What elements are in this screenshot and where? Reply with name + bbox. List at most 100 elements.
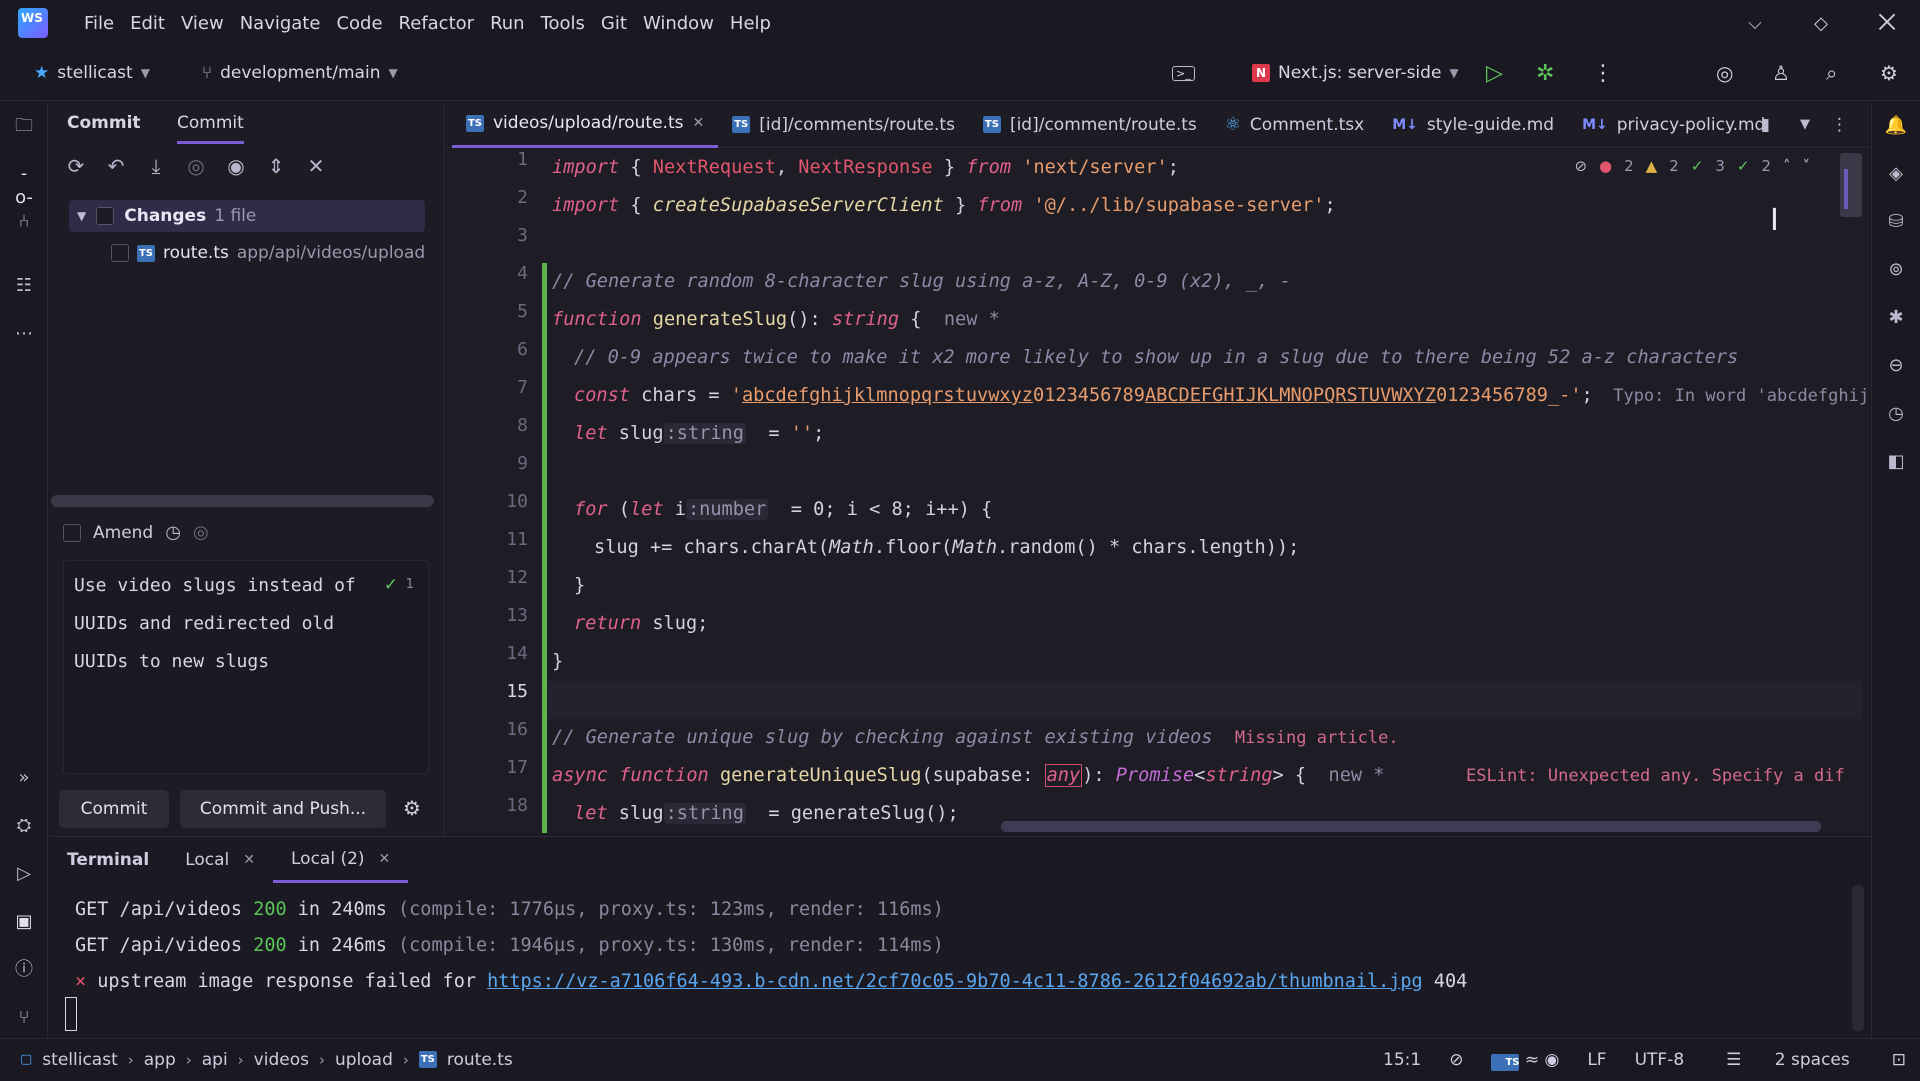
tab-list-chevron-icon[interactable]: ▼ bbox=[1800, 117, 1810, 132]
git-tool-icon[interactable]: ⑂ bbox=[12, 1006, 36, 1030]
search-icon[interactable]: ⌕ bbox=[1826, 61, 1837, 85]
debug-icon[interactable]: ✲ bbox=[1536, 61, 1554, 86]
update-icon[interactable]: ⤓ bbox=[143, 154, 169, 178]
app-logo[interactable]: WS bbox=[18, 8, 48, 38]
author-inlay[interactable]: new * bbox=[944, 309, 1000, 330]
breadcrumb-item[interactable]: app bbox=[144, 1050, 176, 1070]
menu-refactor[interactable]: Refactor bbox=[391, 13, 483, 34]
menu-view[interactable]: View bbox=[173, 13, 232, 34]
run-config-selector[interactable]: N Next.js: server-side ▼ bbox=[1252, 63, 1459, 83]
editor-tab[interactable]: TS videos/upload/route.ts ✕ bbox=[452, 102, 719, 148]
diamond-icon[interactable]: ◇ bbox=[1788, 13, 1854, 34]
menu-help[interactable]: Help bbox=[722, 13, 779, 34]
ai-assistant-icon[interactable]: ◎ bbox=[1716, 61, 1733, 85]
settings-icon[interactable]: ⚙ bbox=[1880, 61, 1898, 85]
more-actions-icon[interactable]: ⋮ bbox=[1592, 61, 1614, 86]
tab-commit[interactable]: Commit bbox=[177, 102, 244, 144]
plugins-icon[interactable]: ⛭ bbox=[12, 814, 36, 838]
commit-message-field[interactable]: Use video slugs instead of UUIDs and red… bbox=[63, 560, 429, 774]
menu-tools[interactable]: Tools bbox=[533, 13, 593, 34]
problems-icon[interactable]: ⓘ bbox=[12, 958, 36, 982]
terminal-tab[interactable]: Local ✕ bbox=[167, 837, 273, 883]
close-icon[interactable]: ✕ bbox=[693, 115, 705, 131]
menu-file[interactable]: File bbox=[76, 13, 122, 34]
close-icon[interactable]: ✕ bbox=[379, 836, 391, 882]
no-highlight-icon[interactable]: ⊘ bbox=[1435, 1050, 1477, 1070]
changes-scrollbar[interactable] bbox=[51, 495, 434, 507]
breadcrumb-item[interactable]: api bbox=[202, 1050, 228, 1070]
editor-minimap-scrollbar[interactable] bbox=[1838, 149, 1866, 834]
close-icon[interactable]: ✕ bbox=[243, 837, 255, 883]
database-icon[interactable]: ⛁ bbox=[1884, 210, 1908, 234]
breadcrumb-item[interactable]: upload bbox=[335, 1050, 393, 1070]
tab-overflow-icon[interactable]: ▮ bbox=[1761, 115, 1770, 135]
chevron-down-icon[interactable]: ▼ bbox=[77, 209, 86, 223]
grammar-inlay[interactable]: Missing article. bbox=[1235, 728, 1399, 748]
run-icon[interactable]: ▷ bbox=[1486, 61, 1503, 86]
editor-tab[interactable]: ⚛ Comment.tsx bbox=[1211, 102, 1378, 148]
error-url-link[interactable]: https://vz-a7106f64-493.b-cdn.net/2cf70c… bbox=[487, 971, 1423, 992]
services-icon[interactable]: ✱ bbox=[1884, 306, 1908, 330]
shelve-icon[interactable]: ◎ bbox=[183, 154, 209, 178]
typescript-service-icon[interactable]: TS ≈ ◉ bbox=[1477, 1050, 1573, 1071]
ai-chat-icon[interactable]: ◈ bbox=[1884, 162, 1908, 186]
editor-horizontal-scrollbar[interactable] bbox=[1001, 821, 1821, 832]
changed-file-row[interactable]: TS route.ts app/api/videos/upload bbox=[111, 236, 425, 270]
file-encoding[interactable]: UTF-8 bbox=[1621, 1050, 1699, 1070]
structure-icon[interactable]: ☷ bbox=[12, 274, 36, 298]
inspection-widget[interactable]: ⊘ ● 2 ▲ 2 ✓ 3 ✓ 2 ˄ ˅ bbox=[1574, 157, 1810, 175]
endpoints-icon[interactable]: ⊖ bbox=[1884, 354, 1908, 378]
refresh-icon[interactable]: ⟳ bbox=[63, 154, 89, 178]
commit-and-push-button[interactable]: Commit and Push... bbox=[180, 790, 386, 828]
run-tool-icon[interactable]: ▷ bbox=[12, 862, 36, 886]
amend-checkbox[interactable] bbox=[63, 523, 81, 542]
expand-all-icon[interactable]: ⇕ bbox=[263, 154, 289, 178]
plugin-icon[interactable]: ◧ bbox=[1884, 450, 1908, 474]
menu-git[interactable]: Git bbox=[593, 13, 635, 34]
preview-diff-icon[interactable]: ◉ bbox=[223, 154, 249, 178]
breadcrumb-item[interactable]: route.ts bbox=[447, 1050, 513, 1070]
expand-strip-icon[interactable]: » bbox=[12, 766, 36, 790]
file-checkbox[interactable] bbox=[111, 244, 129, 262]
commit-options-gear-icon[interactable]: ⚙ bbox=[403, 796, 421, 820]
pull-requests-icon[interactable]: ⑃ bbox=[12, 210, 36, 234]
menu-window[interactable]: Window bbox=[635, 13, 722, 34]
line-separator[interactable]: LF bbox=[1573, 1050, 1620, 1070]
local-history-icon[interactable]: ◷ bbox=[1884, 402, 1908, 426]
menu-navigate[interactable]: Navigate bbox=[232, 13, 329, 34]
close-window-icon[interactable]: ⨉ bbox=[1854, 11, 1920, 36]
ai-message-icon[interactable]: ◎ bbox=[193, 522, 209, 543]
editor-tab[interactable]: M↓ privacy-policy.md bbox=[1568, 102, 1779, 148]
next-problem-icon[interactable]: ˅ bbox=[1803, 157, 1811, 175]
changes-checkbox[interactable] bbox=[96, 207, 115, 225]
terminal-toolbar-button[interactable]: >_ bbox=[1172, 65, 1195, 81]
commit-button[interactable]: Commit bbox=[59, 790, 169, 828]
commit-tool-icon[interactable]: -o- bbox=[12, 162, 36, 208]
tab-more-icon[interactable]: ⋮ bbox=[1831, 115, 1848, 135]
project-folder-icon[interactable]: 🗀 bbox=[12, 114, 36, 138]
branch-selector[interactable]: ⑂ development/main ▼ bbox=[202, 63, 398, 83]
eslint-inlay[interactable]: ESLint: Unexpected any. Specify a dif bbox=[1466, 757, 1845, 795]
editor-tab[interactable]: M↓ style-guide.md bbox=[1378, 102, 1568, 148]
menu-edit[interactable]: Edit bbox=[122, 13, 173, 34]
typo-inlay[interactable]: Typo: In word 'abcdefghij bbox=[1593, 386, 1869, 406]
previous-problem-icon[interactable]: ˄ bbox=[1783, 157, 1791, 175]
breadcrumb-item[interactable]: videos bbox=[254, 1050, 309, 1070]
editor-tab[interactable]: TS [id]/comment/route.ts bbox=[969, 102, 1211, 148]
hide-inlays-icon[interactable]: ⊘ bbox=[1574, 157, 1587, 175]
copilot-icon[interactable]: ⊚ bbox=[1884, 258, 1908, 282]
more-tools-icon[interactable]: ⋯ bbox=[12, 322, 36, 346]
breadcrumb-item[interactable]: stellicast bbox=[42, 1050, 117, 1070]
readonly-toggle-icon[interactable]: ⊡ bbox=[1878, 1050, 1920, 1070]
caret-position[interactable]: 15:1 bbox=[1369, 1050, 1435, 1070]
notifications-icon[interactable]: 🔔 bbox=[1884, 114, 1908, 138]
author-inlay[interactable]: new * bbox=[1329, 765, 1385, 786]
window-dropdown-icon[interactable]: ⌵ bbox=[1722, 13, 1788, 34]
project-selector[interactable]: ★ stellicast ▼ bbox=[34, 63, 150, 83]
add-user-icon[interactable]: ♙ bbox=[1772, 61, 1790, 85]
rollback-icon[interactable]: ↶ bbox=[103, 154, 129, 178]
collapse-all-icon[interactable]: ✕ bbox=[303, 154, 329, 178]
amend-label[interactable]: Amend bbox=[93, 523, 153, 543]
terminal-tool-icon[interactable]: ▣ bbox=[12, 910, 36, 934]
menu-code[interactable]: Code bbox=[328, 13, 390, 34]
